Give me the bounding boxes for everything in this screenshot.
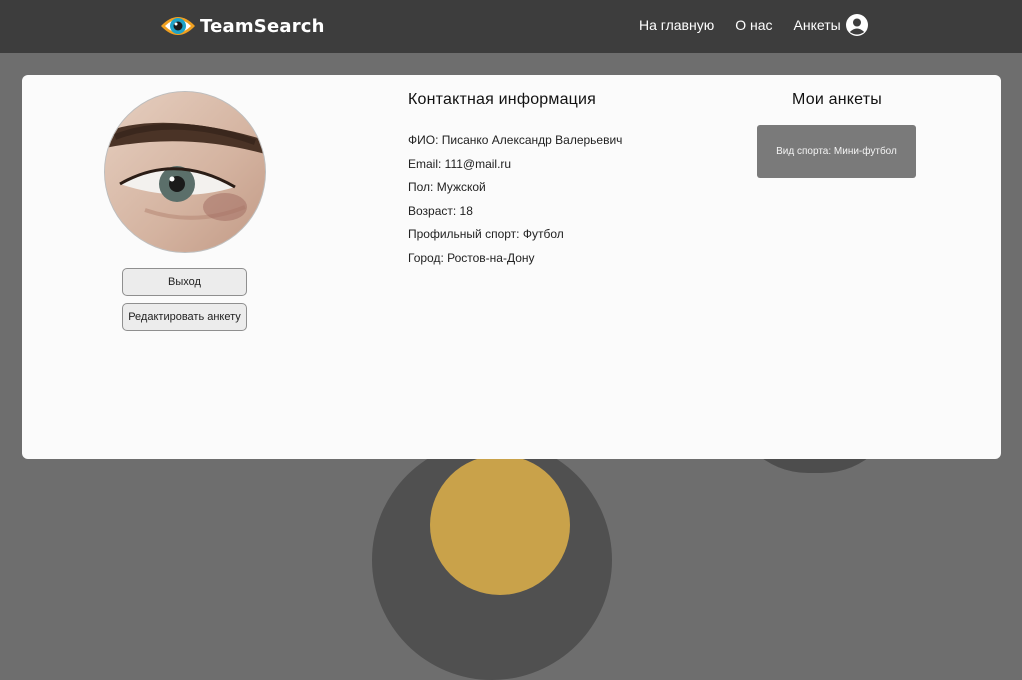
- info-row-gender: Пол: Мужской: [408, 180, 486, 194]
- top-navbar: TeamSearch На главную О нас Анкеты: [0, 0, 1022, 53]
- nav-profiles-link[interactable]: Анкеты: [794, 17, 841, 33]
- edit-profile-button[interactable]: Редактировать анкету: [122, 303, 247, 331]
- profile-listing-card[interactable]: Вид спорта: Мини-футбол: [757, 125, 916, 178]
- info-row-name: ФИО: Писанко Александр Валерьевич: [408, 133, 623, 147]
- my-profiles-section: Мои анкеты Вид спорта: Мини-футбол: [757, 91, 917, 178]
- logout-button[interactable]: Выход: [122, 268, 247, 296]
- user-circle-icon[interactable]: [846, 14, 868, 36]
- nav-about-link[interactable]: О нас: [735, 17, 772, 33]
- my-profiles-title: Мои анкеты: [792, 91, 882, 108]
- background-decoration: [430, 455, 570, 595]
- eye-logo-icon: [161, 17, 195, 35]
- nav-home-link[interactable]: На главную: [639, 17, 714, 33]
- contact-info-title: Контактная информация: [408, 91, 597, 108]
- eye-photo: [105, 92, 265, 252]
- avatar: [104, 91, 266, 253]
- info-row-sport: Профильный спорт: Футбол: [408, 227, 564, 241]
- info-row-age: Возраст: 18: [408, 203, 473, 218]
- brand-logo[interactable]: TeamSearch: [160, 12, 325, 40]
- info-row-email: Email: 111@mail.ru: [408, 156, 512, 171]
- main-nav: На главную О нас Анкеты: [639, 17, 862, 33]
- brand-name: TeamSearch: [200, 15, 325, 37]
- profile-card: Выход Редактировать анкету Контактная ин…: [22, 75, 1001, 459]
- info-row-city: Город: Ростов-на-Дону: [408, 250, 535, 265]
- contact-info-section: Контактная информация ФИО: Писанко Алекс…: [408, 91, 708, 274]
